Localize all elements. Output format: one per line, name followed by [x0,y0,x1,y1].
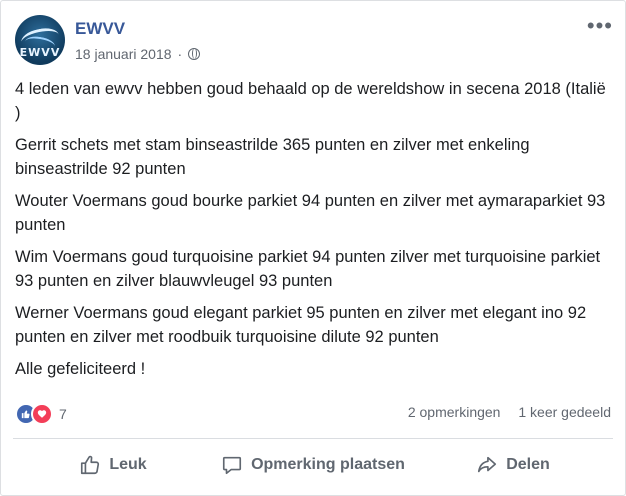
divider [13,438,613,439]
post-paragraph: 4 leden van ewvv hebben goud behaald op … [15,80,606,122]
share-label: Delen [506,456,550,473]
comment-label: Opmerking plaatsen [251,456,405,473]
post-card: EWVV EWVV 18 januari 2018 · ••• 4 leden … [0,0,626,496]
comment-icon [223,456,242,475]
page-avatar[interactable]: EWVV [15,15,65,65]
like-button[interactable]: Leuk [13,443,213,487]
post-paragraph: Alle gefeliciteerd ! [15,360,146,378]
post-date-link[interactable]: 18 januari 2018 [75,46,172,62]
comment-button[interactable]: Opmerking plaatsen [213,443,413,487]
share-button[interactable]: Delen [413,443,613,487]
post-stats: 7 2 opmerkingen 1 keer gedeeld [15,401,611,425]
share-icon [478,456,497,473]
post-meta: 18 januari 2018 · [75,46,201,62]
more-options-button[interactable]: ••• [587,15,613,37]
meta-separator: · [177,46,183,62]
globe-icon[interactable] [188,48,201,60]
reactions-summary[interactable]: 7 [15,403,67,425]
page-name-link[interactable]: EWVV [75,19,125,39]
post-paragraph: Werner Voermans goud elegant parkiet 95 … [15,304,587,346]
post-paragraph: Wim Voermans goud turquoisine parkiet 94… [15,248,601,290]
post-body: 4 leden van ewvv hebben goud behaald op … [15,77,611,389]
shares-count-link[interactable]: 1 keer gedeeld [518,404,611,420]
comments-count-link[interactable]: 2 opmerkingen [408,404,501,420]
post-actions: Leuk Opmerking plaatsen Delen [13,443,613,487]
engagement-counts: 2 opmerkingen 1 keer gedeeld [408,404,611,420]
like-label: Leuk [109,456,147,473]
post-paragraph: Gerrit schets met stam binseastrilde 365… [15,136,530,178]
post-paragraph: Wouter Voermans goud bourke parkiet 94 p… [15,192,606,234]
avatar-logo-text: EWVV [19,46,61,59]
love-reaction-icon [31,403,53,425]
post-header: EWVV EWVV 18 januari 2018 · ••• [15,15,613,65]
thumbs-up-icon [81,455,100,475]
reaction-count: 7 [59,406,67,422]
